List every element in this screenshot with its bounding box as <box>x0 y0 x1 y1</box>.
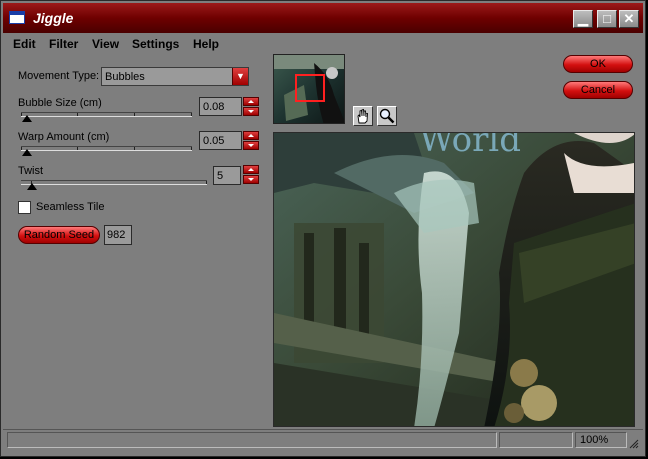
preview-image: World <box>274 133 634 426</box>
slider-tick <box>191 147 192 150</box>
twist-label: Twist <box>18 165 44 177</box>
title-bar[interactable]: Jiggle ▁ □ ✕ <box>3 3 643 33</box>
bubble-size-slider-thumb[interactable] <box>22 115 32 122</box>
window-title: Jiggle <box>33 10 74 26</box>
slider-tick <box>191 113 192 116</box>
warp-amount-input[interactable]: 0.05 <box>199 131 242 150</box>
seamless-tile-label: Seamless Tile <box>36 201 105 213</box>
spin-up-icon[interactable] <box>243 131 259 140</box>
window-app-icon <box>9 11 25 24</box>
zoom-level: 100% <box>575 432 627 448</box>
thumbnail-image <box>274 55 344 123</box>
status-segment-main <box>7 432 497 448</box>
movement-type-select[interactable]: Bubbles ▼ <box>101 67 249 86</box>
bubble-size-label: Bubble Size (cm) <box>18 97 102 109</box>
close-icon: ✕ <box>623 11 635 26</box>
twist-slider-track[interactable] <box>21 180 207 185</box>
bubble-size-slider-track[interactable] <box>21 112 192 117</box>
ok-button[interactable]: OK <box>563 55 633 73</box>
movement-type-value: Bubbles <box>105 71 145 83</box>
slider-tick <box>206 181 207 184</box>
warp-amount-slider-thumb[interactable] <box>22 149 32 156</box>
menu-help[interactable]: Help <box>193 37 219 51</box>
status-bar: 100% <box>3 429 643 451</box>
navigator-thumbnail[interactable] <box>273 54 345 124</box>
zoom-tool-button[interactable] <box>377 106 397 126</box>
spin-down-icon[interactable] <box>243 141 259 150</box>
cancel-button[interactable]: Cancel <box>563 81 633 99</box>
resize-grip-icon[interactable] <box>629 438 639 449</box>
random-seed-value: 982 <box>104 225 132 245</box>
menu-edit[interactable]: Edit <box>13 37 36 51</box>
jiggle-dialog: Jiggle ▁ □ ✕ Edit Filter View Settings H… <box>0 0 646 457</box>
movement-type-label: Movement Type: <box>18 70 100 82</box>
hand-icon <box>357 108 368 124</box>
slider-tick <box>77 147 78 150</box>
pan-tool-button[interactable] <box>353 106 373 126</box>
minimize-icon: ▁ <box>578 11 588 26</box>
menu-settings[interactable]: Settings <box>132 37 179 51</box>
menu-bar: Edit Filter View Settings Help <box>3 34 643 54</box>
preview-canvas[interactable]: World <box>273 132 635 427</box>
bubble-size-input[interactable]: 0.08 <box>199 97 242 116</box>
status-segment-blank <box>499 432 573 448</box>
slider-tick <box>134 147 135 150</box>
preview-world-text: World <box>419 133 521 160</box>
spin-up-icon[interactable] <box>243 165 259 174</box>
twist-input[interactable]: 5 <box>213 166 241 185</box>
warp-amount-spinner[interactable] <box>243 131 259 150</box>
bubble-size-spinner[interactable] <box>243 97 259 116</box>
random-seed-button[interactable]: Random Seed <box>18 226 100 244</box>
twist-spinner[interactable] <box>243 165 259 184</box>
warp-amount-slider-track[interactable] <box>21 146 192 151</box>
close-button[interactable]: ✕ <box>619 10 639 28</box>
menu-filter[interactable]: Filter <box>49 37 78 51</box>
maximize-button[interactable]: □ <box>597 10 617 28</box>
spin-down-icon[interactable] <box>243 175 259 184</box>
slider-tick <box>134 113 135 116</box>
minimize-button[interactable]: ▁ <box>573 10 593 28</box>
menu-view[interactable]: View <box>92 37 119 51</box>
warp-amount-label: Warp Amount (cm) <box>18 131 110 143</box>
spin-down-icon[interactable] <box>243 107 259 116</box>
magnifier-icon <box>379 108 395 124</box>
chevron-down-icon[interactable]: ▼ <box>232 68 248 85</box>
slider-tick <box>77 113 78 116</box>
spin-up-icon[interactable] <box>243 97 259 106</box>
maximize-icon: □ <box>603 11 611 26</box>
seamless-tile-checkbox[interactable] <box>18 201 31 214</box>
twist-slider-thumb[interactable] <box>27 183 37 190</box>
